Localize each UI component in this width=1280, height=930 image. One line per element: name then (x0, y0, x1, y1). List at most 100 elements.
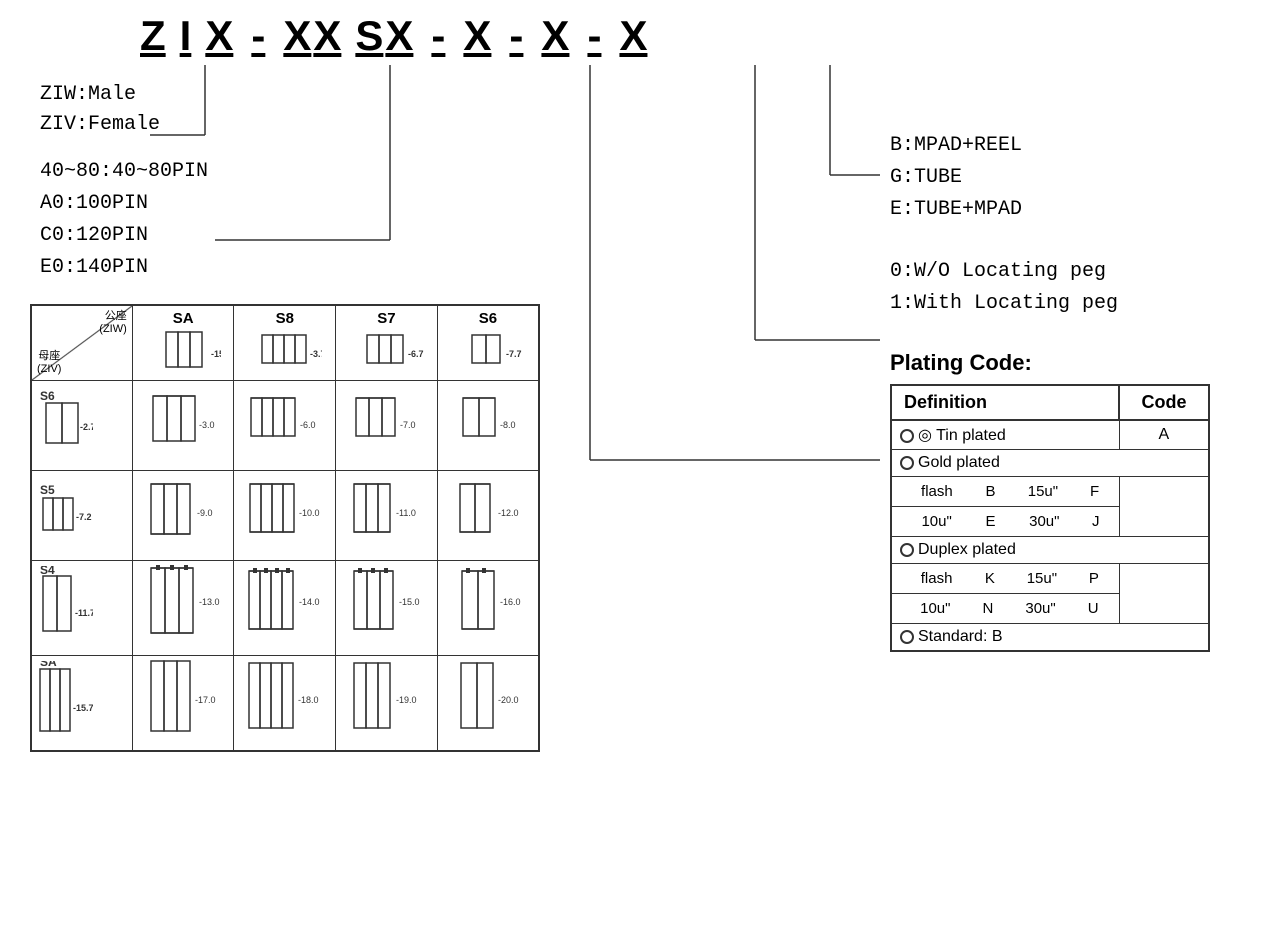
svg-text:-15.7: -15.7 (73, 703, 93, 713)
packaging-g: G:TUBE (890, 162, 1260, 194)
cell-s4-sa: -13.0 (132, 561, 234, 656)
locating-info: 0:W/O Locating peg 1:With Locating peg (890, 256, 1260, 320)
cell-s4-s7: -15.0 (336, 561, 438, 656)
table-row-sa: SA -15.7 -17.0 (31, 656, 539, 752)
col-header-s8: S8 -3.7 (234, 305, 336, 381)
code-dash2: - (427, 15, 449, 57)
connector-s6-s6: -8.0 (448, 386, 528, 461)
s6-header-svg: -7.7 (450, 327, 525, 375)
svg-text:-19.0: -19.0 (396, 695, 417, 705)
code-x3: X (385, 15, 413, 57)
svg-text:-16.0: -16.0 (500, 597, 521, 607)
connector-s5-s6: -12.0 (448, 476, 528, 551)
connector-sa-s8: -18.0 (245, 658, 325, 743)
cell-sa-sa: -17.0 (132, 656, 234, 752)
table-diagonal-header: 公座(ZIW) 母座(ZIV) (31, 305, 132, 381)
svg-text:-18.0: -18.0 (298, 695, 319, 705)
table-row-s5: S5 -7.2 -9.0 (31, 471, 539, 561)
svg-text:-7.0: -7.0 (400, 420, 416, 430)
col-header-s7: S7 -6.7 (336, 305, 438, 381)
gold-plated-span: Gold plated (891, 450, 1209, 477)
duplex-bullet (900, 543, 914, 557)
connector-s4-s7: -15.0 (346, 563, 426, 648)
code-s: S (355, 15, 383, 57)
code-xx: X (283, 15, 311, 57)
diag-bottom-text: 母座(ZIV) (37, 350, 61, 376)
code-x6: X (619, 15, 647, 57)
svg-text:-7.2: -7.2 (76, 512, 92, 522)
cell-sa-s6: -20.0 (437, 656, 539, 752)
connector-sa-sa: -17.0 (143, 658, 223, 743)
code-i: I (180, 15, 192, 57)
right-section: B:MPAD+REEL G:TUBE E:TUBE+MPAD 0:W/O Loc… (880, 80, 1260, 652)
row-label-s5: S5 -7.2 (31, 471, 132, 561)
code-x5: X (541, 15, 569, 57)
tin-plated-def: ◎ Tin plated (891, 420, 1119, 450)
duplex-10u-def: 10u" N 30u" U (891, 594, 1119, 624)
gold-plated-text: Gold plated (918, 454, 1000, 471)
svg-text:-6.0: -6.0 (300, 420, 316, 430)
connector-sa-s6: -20.0 (448, 658, 528, 743)
type-label-female: ZIV:Female (40, 110, 560, 140)
s5-row-icon: S5 -7.2 (38, 478, 93, 553)
cell-s5-s7: -11.0 (336, 471, 438, 561)
duplex-plated-text: Duplex plated (918, 541, 1016, 558)
svg-text:-17.0: -17.0 (195, 695, 216, 705)
code-x2: X (313, 15, 341, 57)
svg-text:-3.7: -3.7 (310, 349, 322, 359)
connector-s5-s7: -11.0 (346, 476, 426, 551)
svg-text:-14.0: -14.0 (299, 597, 320, 607)
table-row-s4: S4 -11.7 (31, 561, 539, 656)
duplex-flash-def: flash K 15u" P (891, 564, 1119, 594)
svg-text:-12.0: -12.0 (498, 508, 519, 518)
sa-row-icon: SA -15.7 (38, 661, 93, 746)
svg-text:-9.0: -9.0 (197, 508, 213, 518)
plating-row-duplex-flash: flash K 15u" P (891, 564, 1209, 594)
packaging-e: E:TUBE+MPAD (890, 194, 1260, 226)
connector-s4-sa: -13.0 (143, 563, 223, 648)
gold-10u-def: 10u" E 30u" J (891, 507, 1119, 537)
plating-row-duplex-header: Duplex plated (891, 537, 1209, 564)
pin-label-40-80: 40~80:40~80PIN (40, 156, 560, 188)
connector-s4-s6: -16.0 (448, 563, 528, 648)
s7-header-svg: -6.7 (349, 327, 424, 375)
code-x1: X (205, 15, 233, 57)
locating-1: 1:With Locating peg (890, 288, 1260, 320)
svg-text:-10.0: -10.0 (299, 508, 320, 518)
svg-text:-11.0: -11.0 (396, 508, 416, 518)
plating-row-gold-header: Gold plated (891, 450, 1209, 477)
cell-s6-s6: -8.0 (437, 381, 539, 471)
connector-s6-s8: -6.0 (245, 386, 325, 461)
s6-row-icon: S6 -2.7 (38, 388, 93, 463)
cell-sa-s7: -19.0 (336, 656, 438, 752)
row-label-s6: S6 -2.7 (31, 381, 132, 471)
row-label-sa: SA -15.7 (31, 656, 132, 752)
left-section: ZIW:Male ZIV:Female 40~80:40~80PIN A0:10… (30, 80, 560, 752)
s8-header-svg: -3.7 (247, 327, 322, 375)
cell-s5-s6: -12.0 (437, 471, 539, 561)
gold-bullet (900, 456, 914, 470)
svg-text:-15.0: -15.0 (399, 597, 420, 607)
svg-text:-3.0: -3.0 (199, 420, 215, 430)
col-header-sa: SA -15.7 (132, 305, 234, 381)
packaging-b: B:MPAD+REEL (890, 130, 1260, 162)
type-labels: ZIW:Male ZIV:Female (40, 80, 560, 140)
type-label-male: ZIW:Male (40, 80, 560, 110)
col-header-code: Code (1119, 385, 1209, 420)
svg-text:-8.0: -8.0 (500, 420, 516, 430)
connector-table: 公座(ZIW) 母座(ZIV) SA -15.7 (30, 304, 540, 752)
svg-text:-7.7: -7.7 (506, 349, 522, 359)
standard-span: Standard: B (891, 624, 1209, 652)
pin-label-a0: A0:100PIN (40, 188, 560, 220)
page-container: Z I X - X X S X - X - X - X ZIW:Male ZIV… (0, 0, 1280, 930)
plating-section: Plating Code: Definition Code ◎ Tin plat… (890, 350, 1260, 652)
locating-0: 0:W/O Locating peg (890, 256, 1260, 288)
code-x4: X (463, 15, 491, 57)
plating-row-tin: ◎ Tin plated A (891, 420, 1209, 450)
pin-label-e0: E0:140PIN (40, 252, 560, 284)
svg-text:-20.0: -20.0 (498, 695, 519, 705)
svg-text:S4: S4 (40, 566, 55, 577)
col-header-definition: Definition (891, 385, 1119, 420)
standard-bullet (900, 630, 914, 644)
cell-sa-s8: -18.0 (234, 656, 336, 752)
